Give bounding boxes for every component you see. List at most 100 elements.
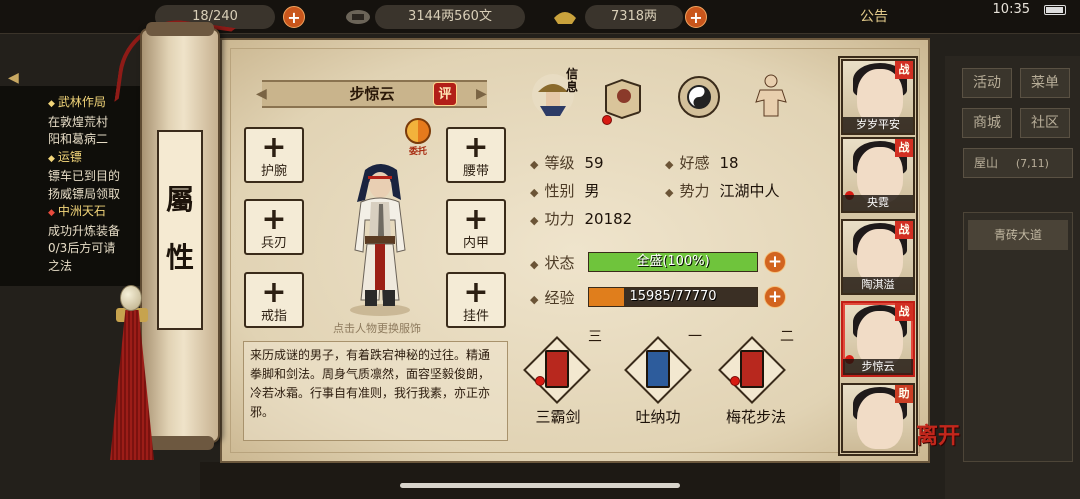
map-tab-icon[interactable]	[600, 74, 646, 120]
quest-title: 中洲天石	[48, 203, 154, 223]
exp-bar-text: 15985/77770	[629, 289, 717, 304]
character-portrait[interactable]	[335, 160, 425, 320]
member-role-badge: 战	[895, 139, 913, 157]
diamond-bullet-icon: ◆	[530, 258, 539, 271]
rate-button[interactable]: 评	[433, 82, 457, 106]
skill-level: 二	[780, 329, 794, 345]
label-char-top: 屬	[165, 183, 194, 216]
slot-label: 挂件	[462, 309, 489, 324]
quest-text: 扬威镖局领取	[48, 186, 121, 201]
stat-value: 18	[719, 154, 739, 172]
skill-book-icon	[545, 350, 569, 388]
map-notification-dot	[602, 115, 612, 125]
skill-name: 梅花步法	[725, 408, 786, 426]
diamond-bullet-icon: ◆	[530, 293, 539, 306]
quest-title: 运镖	[48, 149, 154, 169]
bagua-tab-icon[interactable]	[676, 74, 722, 120]
party-member-selected[interactable]: 战 步惊云	[841, 301, 915, 377]
bottom-nav	[200, 462, 840, 499]
skill-book-icon	[740, 350, 764, 388]
stat-value: 男	[584, 182, 600, 200]
menu-button[interactable]: 菜单	[1020, 68, 1070, 98]
banner-right-ornament: ▶	[476, 86, 487, 102]
diamond-bullet-icon: ◆	[665, 158, 674, 171]
equip-slot-ring[interactable]: + 戒指	[244, 272, 304, 328]
leave-button[interactable]: 离开	[916, 418, 960, 450]
quest-log[interactable]: 武林作局 在敦煌荒村 阳和葛病二 运镖 镖车已到目的 扬威镖局领取 中洲天石 成…	[0, 86, 160, 286]
diamond-bullet-icon: ◆	[530, 214, 539, 227]
party-member[interactable]: 战 岁岁平安	[841, 59, 915, 135]
road-button[interactable]: 青砖大道	[968, 220, 1068, 250]
slot-label: 护腕	[260, 164, 287, 179]
scroll-cap-bottom	[146, 436, 214, 450]
stat-label: 势力	[679, 182, 710, 200]
info-tab-label: 信息	[566, 67, 579, 94]
exp-add-button[interactable]: +	[764, 286, 786, 308]
entrust-label: 委托	[408, 147, 427, 157]
road-label: 青砖大道	[993, 228, 1042, 242]
status-add-button[interactable]: +	[764, 251, 786, 273]
location-name: 屋山	[974, 156, 999, 170]
skill-name: 三霸剑	[535, 408, 581, 426]
party-member[interactable]: 战 陶淇溢	[841, 219, 915, 295]
party-member[interactable]: 战 央霓	[841, 137, 915, 213]
clock: 10:35	[992, 2, 1030, 17]
quest-text: 成功升炼装备	[48, 223, 121, 238]
party-member[interactable]: 助	[841, 383, 915, 453]
skill-name: 吐纳功	[635, 408, 681, 426]
equip-slot-armor[interactable]: + 内甲	[446, 199, 506, 255]
meridian-tab-icon[interactable]	[748, 72, 794, 118]
ingot-icon	[554, 12, 576, 24]
skill-slot[interactable]	[624, 336, 692, 404]
stat-label: 好感	[679, 154, 710, 172]
stamina-add-button[interactable]: +	[283, 6, 305, 28]
collapse-log-icon[interactable]: ◀	[8, 70, 19, 86]
stat-value: 20182	[584, 210, 633, 228]
quest-text: 在敦煌荒村	[48, 114, 109, 129]
stat-label: 等级	[544, 154, 575, 172]
equip-slot-pendant[interactable]: + 挂件	[446, 272, 506, 328]
quest-text: 阳和葛病二	[48, 132, 109, 146]
label-char-bottom: 性	[165, 241, 194, 274]
slot-label: 内甲	[462, 236, 489, 251]
quest-text: 镖车已到目的	[48, 169, 121, 183]
equip-slot-wrist[interactable]: + 护腕	[244, 127, 304, 183]
shop-button[interactable]: 商城	[962, 108, 1012, 138]
stat-power: ◆ 功力 20182	[530, 208, 632, 229]
ingot-counter: 7318两	[585, 5, 683, 29]
ingot-add-button[interactable]: +	[685, 6, 707, 28]
attribute-tab-label[interactable]: 屬 性	[157, 130, 203, 330]
member-role-badge: 战	[895, 61, 913, 79]
skill-slot[interactable]	[718, 336, 786, 404]
diamond-bullet-icon: ◆	[665, 186, 674, 199]
stat-label: 功力	[544, 210, 575, 228]
entrust-button[interactable]: 委托	[403, 118, 433, 158]
tassel-bead	[120, 285, 142, 311]
money-counter: 3144两560文	[375, 5, 525, 29]
stat-value: 59	[584, 154, 604, 172]
quest-text: 0/3后方可请	[48, 241, 116, 255]
member-role-badge: 助	[895, 385, 913, 403]
member-name: 步惊云	[843, 359, 913, 375]
activity-button[interactable]: 活动	[962, 68, 1012, 98]
equip-slot-weapon[interactable]: + 兵刃	[244, 199, 304, 255]
entrust-icon	[405, 118, 431, 144]
diamond-bullet-icon: ◆	[530, 186, 539, 199]
member-role-badge: 战	[895, 221, 913, 239]
diamond-bullet-icon: ◆	[530, 158, 539, 171]
skill-level: 三	[588, 329, 602, 345]
community-button[interactable]: 社区	[1020, 108, 1070, 138]
stat-gender: ◆ 性别男	[530, 180, 600, 201]
money-icon	[346, 10, 370, 24]
scroll-cap-top	[146, 22, 214, 36]
notice-button[interactable]: 公告	[860, 5, 888, 29]
location-box[interactable]: 屋山 (7,11)	[963, 148, 1073, 178]
character-name: 步惊云	[349, 85, 395, 103]
slot-label: 戒指	[260, 309, 287, 324]
quest-text: 之法	[48, 258, 73, 273]
status-bar-text: 全盛(100%)	[636, 254, 710, 269]
skill-notification-dot	[730, 376, 740, 386]
stat-label: 经验	[544, 289, 575, 307]
equip-slot-belt[interactable]: + 腰带	[446, 127, 506, 183]
skill-slot[interactable]	[523, 336, 591, 404]
